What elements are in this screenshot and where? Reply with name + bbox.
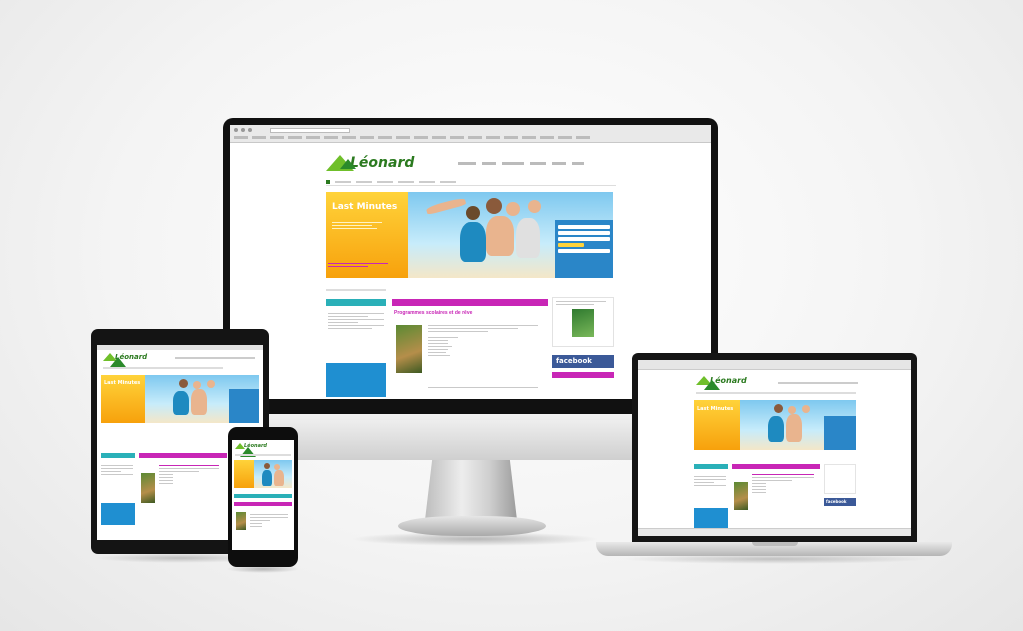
laptop-website: Léonard Last Minutes facebook (638, 360, 911, 536)
subnav-link[interactable] (377, 181, 393, 183)
hero-photo (425, 192, 556, 278)
subnav-link[interactable] (335, 181, 351, 183)
left-column-header (326, 299, 386, 306)
sub-navigation (235, 454, 291, 456)
nav-link[interactable] (502, 162, 524, 165)
facebook-button[interactable]: facebook (552, 355, 614, 368)
top-navigation (778, 382, 858, 384)
newsletter-header (552, 372, 614, 378)
nav-link[interactable] (572, 162, 584, 165)
top-navigation (458, 162, 584, 165)
browser-toolbar (638, 360, 911, 370)
hero-banner[interactable]: Last Minutes (694, 400, 856, 450)
article-text (428, 323, 538, 358)
site-logo[interactable]: Léonard (326, 155, 414, 171)
hero-banner[interactable]: Last Minutes (101, 375, 259, 423)
hero-photo (159, 375, 229, 423)
booking-form (824, 416, 856, 450)
left-column-text (101, 463, 133, 477)
left-column-header (234, 494, 292, 498)
nav-link[interactable] (482, 162, 496, 165)
left-column-text (328, 311, 384, 331)
forward-icon[interactable] (241, 128, 245, 132)
tablet-browser-bar (97, 345, 263, 350)
promo-panel[interactable] (234, 460, 254, 488)
article-text (752, 472, 814, 495)
breadcrumb (326, 289, 386, 291)
article-footer (428, 385, 538, 390)
site-logo[interactable]: Léonard (696, 376, 747, 390)
reload-icon[interactable] (248, 128, 252, 132)
book-ad[interactable] (824, 464, 856, 494)
article-image[interactable] (141, 473, 155, 503)
subnav-link[interactable] (419, 181, 435, 183)
booking-form (555, 220, 613, 278)
top-navigation (175, 357, 255, 359)
left-column-text (694, 474, 726, 488)
article-image[interactable] (734, 482, 748, 510)
book-ad[interactable] (552, 297, 614, 347)
booking-field[interactable] (558, 249, 610, 253)
mountain-icon (696, 376, 720, 390)
main-column-header (139, 453, 227, 458)
booking-field[interactable] (558, 237, 610, 241)
booking-field[interactable] (558, 231, 610, 235)
article-image[interactable] (396, 325, 422, 373)
search-button[interactable] (558, 243, 584, 247)
subnav-link[interactable] (398, 181, 414, 183)
mountain-icon (235, 443, 256, 457)
nav-link[interactable] (530, 162, 546, 165)
left-column-header (101, 453, 135, 458)
main-column-header (392, 299, 548, 306)
imac-stand-foot (398, 516, 546, 536)
nav-link[interactable] (458, 162, 476, 165)
back-icon[interactable] (234, 128, 238, 132)
subnav-link[interactable] (356, 181, 372, 183)
mountain-icon (326, 155, 356, 171)
sub-navigation (103, 367, 223, 369)
article-text (159, 463, 219, 486)
imac-stand-neck (425, 458, 517, 520)
booking-field[interactable] (558, 225, 610, 229)
left-column-header (694, 464, 728, 469)
sub-navigation (326, 180, 616, 186)
main-column-header (234, 502, 292, 506)
article-text (250, 512, 288, 529)
status-bar (638, 528, 911, 536)
browser-toolbar (230, 125, 711, 143)
address-bar[interactable] (270, 128, 350, 133)
article-image[interactable] (236, 512, 246, 530)
left-promo-box[interactable] (326, 363, 386, 397)
mountain-icon (103, 353, 126, 367)
phone-icon (326, 180, 330, 184)
section-title: Programmes scolaires et de rêve (394, 310, 473, 316)
laptop-notch (752, 542, 798, 546)
sub-navigation (696, 392, 856, 394)
booking-form (229, 389, 259, 423)
left-promo-box[interactable] (101, 503, 135, 525)
hero-photo (756, 400, 826, 450)
hero-photo (258, 460, 292, 488)
subnav-link[interactable] (440, 181, 456, 183)
bookmarks-bar (234, 136, 707, 140)
nav-link[interactable] (552, 162, 566, 165)
facebook-button[interactable]: facebook (824, 498, 856, 506)
promo-panel[interactable]: Last Minutes (694, 400, 740, 450)
site-logo[interactable]: Léonard (235, 443, 267, 457)
promo-panel[interactable]: Last Minutes (101, 375, 145, 423)
left-promo-box[interactable] (694, 508, 728, 528)
hero-links (328, 261, 388, 269)
site-logo[interactable]: Léonard (103, 353, 147, 367)
phone-website: Léonard (232, 440, 294, 550)
hero-banner[interactable] (234, 460, 292, 488)
main-column-header (732, 464, 820, 469)
